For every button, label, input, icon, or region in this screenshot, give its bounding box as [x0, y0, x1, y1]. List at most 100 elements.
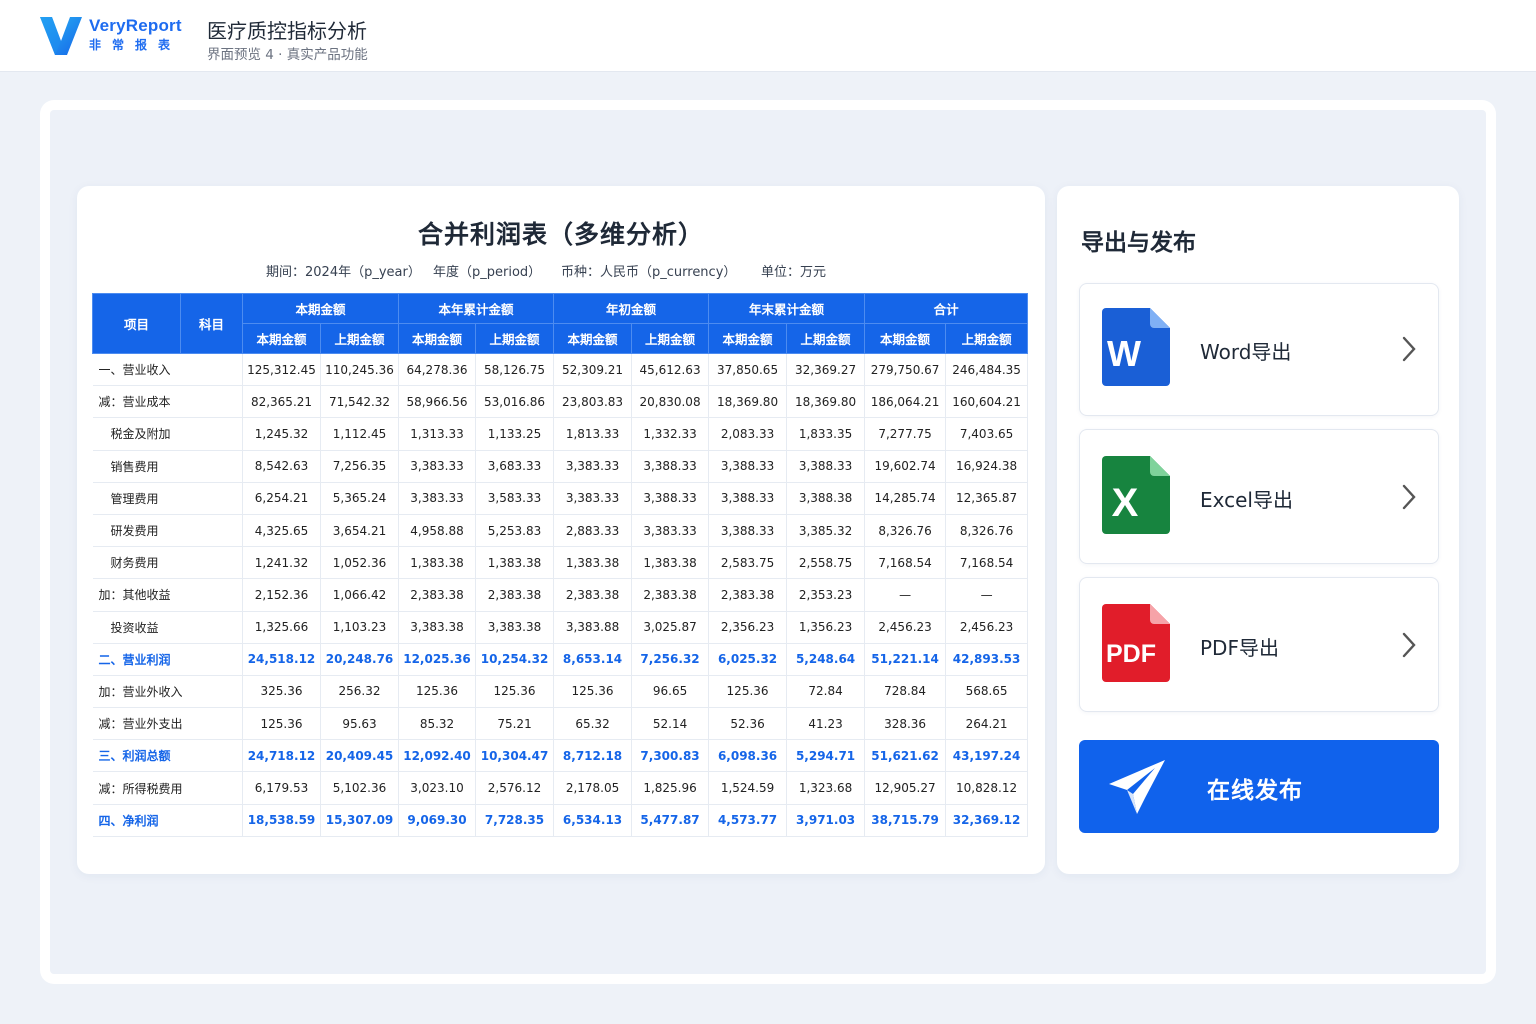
table-cell: 1,383.38 [553, 546, 633, 580]
table-cell: 53,016.86 [475, 385, 555, 419]
word-export-button[interactable]: W Word导出 [1079, 283, 1439, 416]
table-cell: 3,388.33 [708, 514, 788, 548]
pdf-export-button[interactable]: PDF PDF导出 [1079, 577, 1439, 712]
header-sub: 本期金额 [553, 323, 633, 354]
table-cell: 5,477.87 [631, 804, 710, 837]
header-group: 年初金额 [553, 293, 710, 324]
page-title: 医疗质控指标分析 [207, 19, 367, 43]
table-cell: 64,278.36 [398, 353, 477, 387]
table-cell: 38,715.79 [864, 804, 947, 837]
table-cell: 18,369.80 [786, 385, 866, 419]
table-cell: 110,245.36 [320, 353, 400, 387]
table-cell: 12,365.87 [945, 482, 1029, 515]
table-cell: 7,300.83 [631, 739, 710, 773]
table-cell: 3,388.33 [708, 450, 788, 483]
table-cell: 7,168.54 [864, 546, 947, 580]
table-cell: 1,332.33 [631, 417, 710, 451]
table-cell: 728.84 [864, 675, 947, 709]
table-cell: 8,326.76 [864, 514, 947, 548]
header-group: 年末累计金额 [708, 293, 866, 324]
row-label: 二、营业利润 [92, 643, 243, 676]
pdf-export-label: PDF导出 [1200, 636, 1279, 660]
table-row: 加：营业外收入 325.36 256.32 125.36 125.36 125.36 96.… [92, 675, 1029, 709]
table-cell: 4,325.65 [242, 514, 321, 548]
table-cell: 37,850.65 [708, 353, 788, 387]
table-cell: 1,383.38 [631, 546, 710, 580]
table-cell: 125,312.45 [242, 353, 321, 387]
table-cell: 3,023.10 [398, 771, 477, 805]
table-cell: 5,102.36 [320, 771, 400, 805]
table-cell: 2,383.38 [631, 578, 710, 612]
table-cell: 10,828.12 [945, 771, 1029, 805]
table-cell: 23,803.83 [553, 385, 633, 419]
chevron-right-icon [1402, 484, 1416, 510]
row-label: 三、利润总额 [92, 739, 243, 773]
row-label: 减：营业成本 [92, 385, 243, 419]
table-cell: 18,538.59 [242, 804, 321, 837]
table-cell: 7,256.35 [320, 450, 400, 483]
row-label: 研发费用 [92, 514, 243, 548]
table-cell: 2,383.38 [708, 578, 788, 612]
row-label: 加：营业外收入 [92, 675, 243, 709]
table-cell: 7,728.35 [475, 804, 555, 837]
table-cell: 85.32 [398, 707, 477, 741]
table-cell: 3,583.33 [475, 482, 555, 515]
pdf-file-icon: PDF [1102, 604, 1170, 682]
table-cell: 10,304.47 [475, 739, 555, 773]
table-cell: 8,653.14 [553, 643, 633, 676]
table-cell: 2,456.23 [864, 611, 947, 644]
table-cell: 7,256.32 [631, 643, 710, 676]
table-cell: 125.36 [475, 675, 555, 709]
table-cell: 1,825.96 [631, 771, 710, 805]
table-cell: 5,248.64 [786, 643, 866, 676]
table-cell: 6,534.13 [553, 804, 633, 837]
table-cell: 43,197.24 [945, 739, 1029, 773]
income-statement-table: 项目 科目 本期金额 本年累计金额 年初金额 年末累计金额 合计 本期金额 上期… [92, 293, 1029, 837]
table-cell: 3,385.32 [786, 514, 866, 548]
table-row: 减：营业外支出 125.36 95.63 85.32 75.21 65.32 52.14 52… [92, 707, 1029, 741]
excel-file-icon: X [1102, 456, 1170, 534]
table-cell: 3,383.33 [631, 514, 710, 548]
meta-currency: 币种：人民币（p_currency） [561, 265, 737, 280]
table-cell: 3,383.88 [553, 611, 633, 644]
table-cell: 41.23 [786, 707, 866, 741]
word-file-icon: W [1102, 308, 1170, 386]
table-cell: 1,241.32 [242, 546, 321, 580]
table-cell: 3,383.33 [398, 450, 477, 483]
table-cell: 12,025.36 [398, 643, 477, 676]
row-label: 销售费用 [92, 450, 243, 483]
table-cell: 1,383.38 [398, 546, 477, 580]
table-cell: 52.14 [631, 707, 710, 741]
table-cell: 3,388.33 [708, 482, 788, 515]
table-cell: 125.36 [553, 675, 633, 709]
header-group: 本年累计金额 [398, 293, 555, 324]
table-cell: 2,178.05 [553, 771, 633, 805]
table-cell: 1,133.25 [475, 417, 555, 451]
table-row: 一、营业收入 125,312.45 110,245.36 64,278.36 58,12… [92, 353, 1029, 387]
table-cell: 71,542.32 [320, 385, 400, 419]
table-cell: 160,604.21 [945, 385, 1029, 419]
table-cell: 5,294.71 [786, 739, 866, 773]
excel-export-button[interactable]: X Excel导出 [1079, 429, 1439, 564]
table-row: 减：营业成本 82,365.21 71,542.32 58,966.56 53,016.… [92, 385, 1029, 419]
table-cell: 6,025.32 [708, 643, 788, 676]
table-cell: 95.63 [320, 707, 400, 741]
table-row: 投资收益 1,325.66 1,103.23 3,383.38 3,383.38 3,38… [92, 611, 1029, 644]
table-cell: 51,221.14 [864, 643, 947, 676]
header-sub: 上期金额 [786, 323, 866, 354]
table-cell: 65.32 [553, 707, 633, 741]
table-cell: 12,905.27 [864, 771, 947, 805]
table-cell: 96.65 [631, 675, 710, 709]
header-sub: 上期金额 [631, 323, 710, 354]
excel-export-label: Excel导出 [1200, 488, 1293, 512]
table-cell: 2,083.33 [708, 417, 788, 451]
table-cell: 82,365.21 [242, 385, 321, 419]
header-group: 本期金额 [241, 293, 400, 324]
logo: VeryReport 非常报表 [89, 16, 182, 53]
table-cell: 5,253.83 [475, 514, 555, 548]
table-cell: 10,254.32 [475, 643, 555, 676]
publish-online-button[interactable]: 在线发布 [1079, 740, 1439, 833]
table-cell: 12,092.40 [398, 739, 477, 773]
word-export-label: Word导出 [1200, 340, 1292, 364]
table-row: 管理费用 6,254.21 5,365.24 3,383.33 3,583.33 3,38… [92, 482, 1029, 515]
